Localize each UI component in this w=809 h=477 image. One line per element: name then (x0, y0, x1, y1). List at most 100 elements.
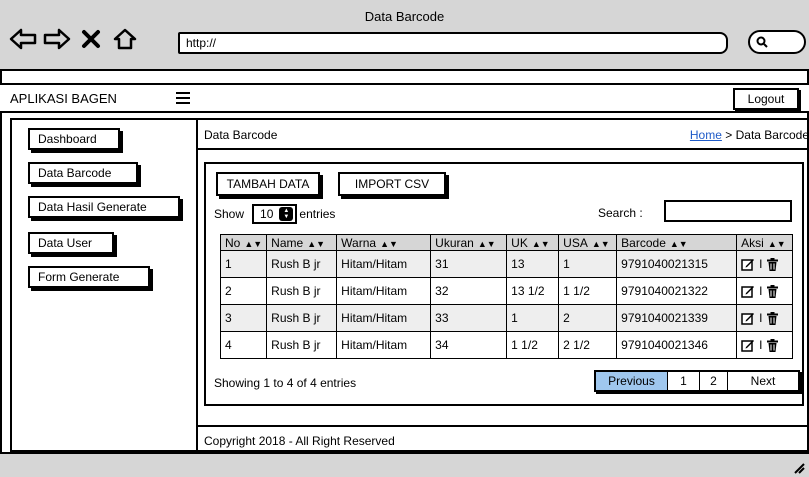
status-bar (0, 452, 809, 477)
edit-icon[interactable] (741, 339, 755, 352)
cell-usa: 2 (558, 304, 618, 332)
entries-value: 10 (260, 207, 274, 221)
logout-button[interactable]: Logout (733, 88, 799, 110)
action-separator: I (759, 311, 763, 325)
cell-name: Rush B jr (266, 304, 338, 332)
search-label: Search : (598, 206, 643, 220)
column-header-name[interactable]: Name ▲▼ (266, 234, 338, 251)
breadcrumb-home-link[interactable]: Home (690, 128, 722, 142)
barcode-table: No ▲▼ Name ▲▼ Warna ▲▼ Ukuran ▲▼ UK ▲▼ USA ▲▼ … (219, 234, 794, 359)
table-row: 1 Rush B jr Hitam/Hitam 31 13 1 97910400… (219, 250, 794, 278)
trash-icon[interactable] (766, 257, 778, 271)
cell-aksi: I (736, 304, 794, 332)
sidebar-item-data-user[interactable]: Data User (28, 232, 114, 254)
browser-search-field[interactable] (748, 30, 806, 54)
app-name: APLIKASI BAGEN (10, 91, 117, 106)
trash-icon[interactable] (766, 284, 778, 298)
cell-warna: Hitam/Hitam (336, 331, 432, 359)
cell-warna: Hitam/Hitam (336, 277, 432, 305)
url-bar[interactable]: http:// (178, 32, 728, 54)
cell-no: 3 (219, 304, 268, 332)
previous-page-button[interactable]: Previous (596, 372, 668, 390)
cell-aksi: I (736, 331, 794, 359)
trash-icon[interactable] (766, 311, 778, 325)
search-icon (756, 36, 768, 48)
close-icon[interactable] (76, 24, 106, 54)
cell-barcode: 9791040021346 (616, 331, 738, 359)
next-page-button[interactable]: Next (728, 372, 798, 390)
table-row: 4 Rush B jr Hitam/Hitam 34 1 1/2 2 1/2 9… (219, 331, 794, 359)
cell-usa: 1 1/2 (558, 277, 618, 305)
cell-uk: 1 1/2 (506, 331, 560, 359)
edit-icon[interactable] (741, 258, 755, 271)
spinner-arrows-icon: ▲ ▼ (279, 207, 294, 221)
sort-icon: ▲▼ (669, 238, 688, 249)
back-arrow-icon[interactable] (8, 24, 38, 54)
edit-icon[interactable] (741, 285, 755, 298)
table-info: Showing 1 to 4 of 4 entries (214, 376, 357, 390)
hamburger-menu-icon[interactable] (176, 92, 190, 104)
sort-icon: ▲▼ (307, 238, 326, 249)
cell-ukuran: 31 (430, 250, 508, 278)
page-2-button[interactable]: 2 (700, 372, 728, 390)
window-title: Data Barcode (364, 9, 445, 24)
data-panel: TAMBAH DATA IMPORT CSV Show 10 ▲ ▼ entrie… (204, 162, 804, 406)
column-header-aksi[interactable]: Aksi ▲▼ (736, 234, 794, 251)
copyright-text: Copyright 2018 - All Right Reserved (204, 434, 395, 448)
search-input[interactable] (664, 200, 792, 222)
sidebar-item-form-generate[interactable]: Form Generate (28, 266, 150, 288)
table-header-row: No ▲▼ Name ▲▼ Warna ▲▼ Ukuran ▲▼ UK ▲▼ USA ▲▼ … (219, 234, 794, 251)
cell-name: Rush B jr (266, 277, 338, 305)
sort-icon: ▲▼ (531, 238, 550, 249)
home-icon[interactable] (110, 24, 140, 54)
sidebar-item-data-barcode[interactable]: Data Barcode (28, 162, 138, 184)
cell-warna: Hitam/Hitam (336, 304, 432, 332)
sidebar: Dashboard Data Barcode Data Hasil Genera… (10, 118, 198, 452)
breadcrumb-separator: > (725, 128, 733, 142)
edit-icon[interactable] (741, 312, 755, 325)
cell-usa: 1 (558, 250, 618, 278)
nav-buttons (8, 24, 140, 54)
cell-no: 1 (219, 250, 268, 278)
column-header-no[interactable]: No ▲▼ (219, 234, 268, 251)
cell-uk: 13 (506, 250, 560, 278)
cell-no: 2 (219, 277, 268, 305)
cell-aksi: I (736, 250, 794, 278)
forward-arrow-icon[interactable] (42, 24, 72, 54)
sort-icon: ▲▼ (380, 238, 398, 249)
column-header-warna[interactable]: Warna ▲▼ (336, 234, 432, 251)
breadcrumb-current: Data Barcode (735, 128, 809, 142)
sort-icon: ▲▼ (591, 238, 610, 249)
column-header-barcode[interactable]: Barcode ▲▼ (616, 234, 738, 251)
pagination: Previous 1 2 Next (594, 370, 800, 392)
import-csv-button[interactable]: IMPORT CSV (338, 172, 446, 196)
action-separator: I (759, 284, 763, 298)
action-separator: I (759, 338, 763, 352)
sort-icon: ▲▼ (477, 238, 496, 249)
entries-control: Show 10 ▲ ▼ entries (214, 204, 335, 224)
cell-ukuran: 34 (430, 331, 508, 359)
sidebar-item-data-hasil-generate[interactable]: Data Hasil Generate (28, 196, 180, 218)
column-header-usa[interactable]: USA ▲▼ (558, 234, 618, 251)
table-row: 2 Rush B jr Hitam/Hitam 32 13 1/2 1 1/2 … (219, 277, 794, 305)
resize-grip-icon[interactable] (791, 460, 805, 474)
sort-icon: ▲▼ (767, 238, 786, 249)
cell-barcode: 9791040021322 (616, 277, 738, 305)
column-header-ukuran[interactable]: Ukuran ▲▼ (430, 234, 508, 251)
show-label: Show (214, 207, 245, 221)
cell-ukuran: 32 (430, 277, 508, 305)
breadcrumb: Home > Data Barcode (690, 128, 809, 142)
cell-uk: 13 1/2 (506, 277, 560, 305)
cell-barcode: 9791040021315 (616, 250, 738, 278)
entries-select[interactable]: 10 ▲ ▼ (252, 204, 298, 224)
sidebar-item-dashboard[interactable]: Dashboard (28, 128, 120, 150)
table-row: 3 Rush B jr Hitam/Hitam 33 1 2 979104002… (219, 304, 794, 332)
add-data-button[interactable]: TAMBAH DATA (216, 172, 320, 196)
page-1-button[interactable]: 1 (668, 372, 700, 390)
cell-name: Rush B jr (266, 331, 338, 359)
browser-toolbar: Data Barcode http:// (0, 0, 809, 71)
column-header-uk[interactable]: UK ▲▼ (506, 234, 560, 251)
cell-aksi: I (736, 277, 794, 305)
cell-barcode: 9791040021339 (616, 304, 738, 332)
trash-icon[interactable] (766, 338, 778, 352)
